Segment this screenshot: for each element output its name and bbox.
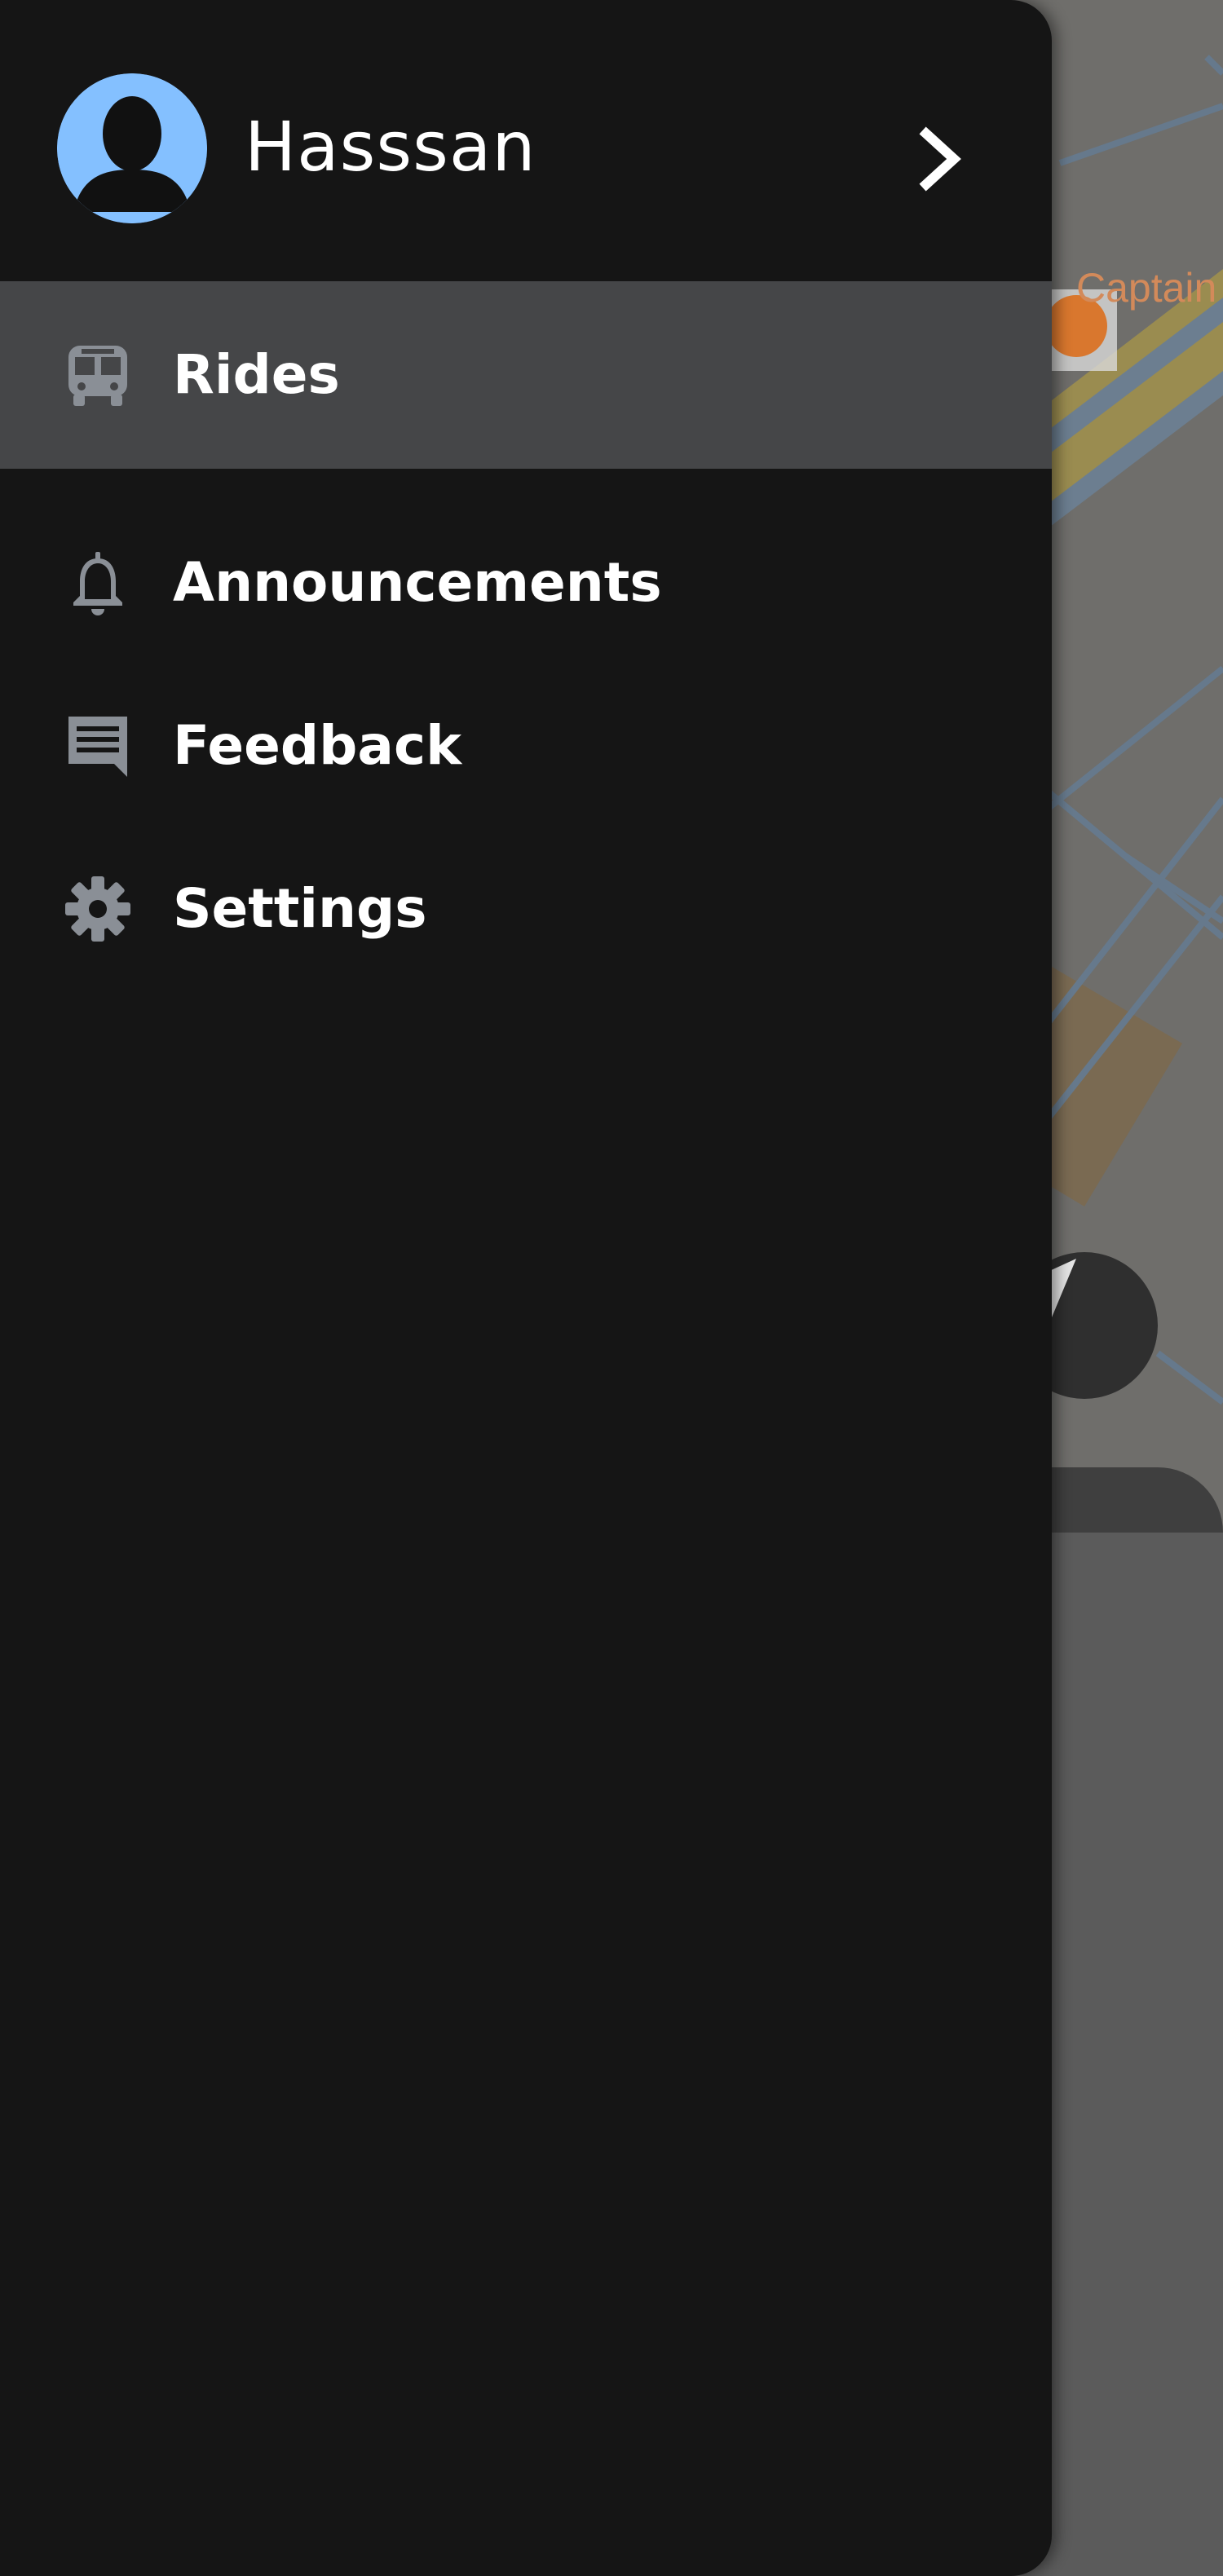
nav-item-feedback[interactable]: Feedback: [0, 664, 1052, 827]
nav-item-settings[interactable]: Settings: [0, 827, 1052, 990]
navigation-drawer: Hasssan Rides Announcements Feedback Set…: [0, 0, 1052, 2576]
profile-header[interactable]: Hasssan: [0, 0, 1052, 281]
bus-icon: [68, 346, 127, 406]
map-place-label: Captain: [1076, 265, 1216, 311]
nav-item-announcements[interactable]: Announcements: [0, 501, 1052, 664]
nav-item-label: Feedback: [173, 714, 461, 777]
gear-icon: [65, 876, 130, 942]
feedback-icon: [68, 717, 127, 777]
nav-item-label: Settings: [173, 877, 427, 940]
nav-item-label: Announcements: [173, 551, 662, 614]
nav-item-label: Rides: [173, 343, 340, 406]
avatar: [57, 73, 207, 223]
chevron-right-icon: [919, 126, 961, 192]
user-silhouette-icon: [57, 73, 207, 223]
bell-icon: [73, 552, 122, 615]
user-name: Hasssan: [245, 107, 536, 187]
nav-item-rides[interactable]: Rides: [0, 281, 1052, 469]
